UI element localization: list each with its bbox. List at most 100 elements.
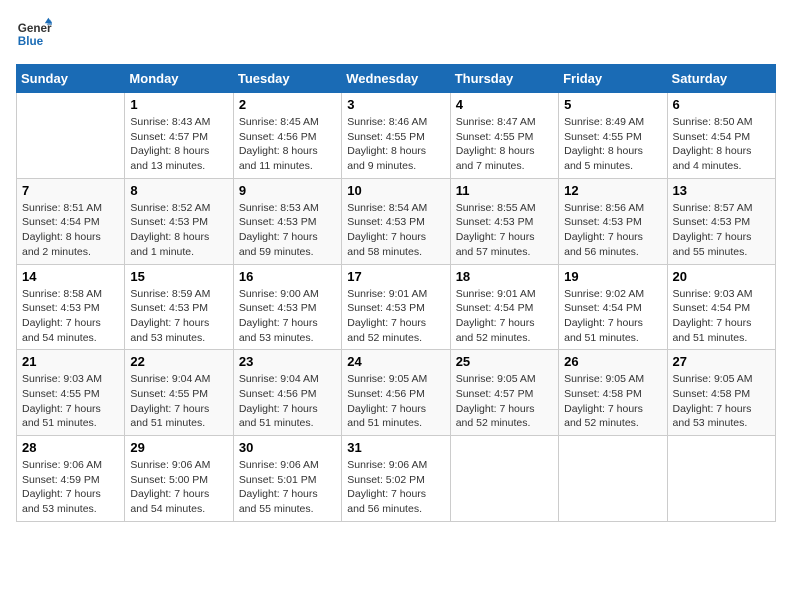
day-info: Sunrise: 9:03 AMSunset: 4:55 PMDaylight:… [22,372,119,431]
day-number: 27 [673,354,770,369]
day-number: 9 [239,183,336,198]
day-number: 19 [564,269,661,284]
day-number: 6 [673,97,770,112]
calendar-cell [450,436,558,522]
calendar-cell: 1Sunrise: 8:43 AMSunset: 4:57 PMDaylight… [125,93,233,179]
day-number: 8 [130,183,227,198]
calendar-cell: 25 Sunrise: 9:05 AMSunset: 4:57 PMDayligh… [450,350,558,436]
day-info: Sunrise: 9:01 AMSunset: 4:53 PMDaylight:… [347,287,444,346]
day-header-monday: Monday [125,65,233,93]
svg-text:Blue: Blue [18,35,44,48]
calendar-cell: 24 Sunrise: 9:05 AMSunset: 4:56 PMDayligh… [342,350,450,436]
day-info: Sunrise: 8:58 AMSunset: 4:53 PMDaylight:… [22,287,119,346]
day-number: 5 [564,97,661,112]
day-header-thursday: Thursday [450,65,558,93]
day-number: 31 [347,440,444,455]
calendar-cell: 23 Sunrise: 9:04 AMSunset: 4:56 PMDayligh… [233,350,341,436]
calendar-cell: 21 Sunrise: 9:03 AMSunset: 4:55 PMDayligh… [17,350,125,436]
day-number: 17 [347,269,444,284]
day-info: Sunrise: 8:52 AMSunset: 4:53 PMDaylight:… [130,201,227,260]
day-header-friday: Friday [559,65,667,93]
calendar-cell: 18 Sunrise: 9:01 AMSunset: 4:54 PMDayligh… [450,264,558,350]
day-info: Sunrise: 9:05 AMSunset: 4:56 PMDaylight:… [347,372,444,431]
day-number: 7 [22,183,119,198]
calendar-cell: 15Sunrise: 8:59 AMSunset: 4:53 PMDayligh… [125,264,233,350]
day-info: Sunrise: 9:02 AMSunset: 4:54 PMDaylight:… [564,287,661,346]
calendar-cell [667,436,775,522]
calendar-cell: 5 Sunrise: 8:49 AMSunset: 4:55 PMDaylight… [559,93,667,179]
calendar-cell: 28Sunrise: 9:06 AMSunset: 4:59 PMDayligh… [17,436,125,522]
day-info: Sunrise: 9:01 AMSunset: 4:54 PMDaylight:… [456,287,553,346]
day-number: 24 [347,354,444,369]
day-info: Sunrise: 9:06 AMSunset: 5:00 PMDaylight:… [130,458,227,517]
calendar-cell: 19 Sunrise: 9:02 AMSunset: 4:54 PMDayligh… [559,264,667,350]
day-number: 28 [22,440,119,455]
calendar-cell: 12 Sunrise: 8:56 AMSunset: 4:53 PMDayligh… [559,178,667,264]
day-info: Sunrise: 9:03 AMSunset: 4:54 PMDaylight:… [673,287,770,346]
day-info: Sunrise: 8:50 AMSunset: 4:54 PMDaylight:… [673,115,770,174]
calendar-cell: 4Sunrise: 8:47 AMSunset: 4:55 PMDaylight… [450,93,558,179]
day-number: 14 [22,269,119,284]
day-info: Sunrise: 8:45 AMSunset: 4:56 PMDaylight:… [239,115,336,174]
calendar-week-2: 7 Sunrise: 8:51 AMSunset: 4:54 PMDaylight… [17,178,776,264]
calendar-cell: 26 Sunrise: 9:05 AMSunset: 4:58 PMDayligh… [559,350,667,436]
logo-icon: General Blue [16,16,52,52]
calendar-cell: 31 Sunrise: 9:06 AMSunset: 5:02 PMDayligh… [342,436,450,522]
day-info: Sunrise: 8:55 AMSunset: 4:53 PMDaylight:… [456,201,553,260]
calendar-cell: 17 Sunrise: 9:01 AMSunset: 4:53 PMDayligh… [342,264,450,350]
day-number: 12 [564,183,661,198]
calendar-cell: 9 Sunrise: 8:53 AMSunset: 4:53 PMDaylight… [233,178,341,264]
calendar-cell [17,93,125,179]
day-info: Sunrise: 9:05 AMSunset: 4:57 PMDaylight:… [456,372,553,431]
day-info: Sunrise: 8:51 AMSunset: 4:54 PMDaylight:… [22,201,119,260]
day-number: 22 [130,354,227,369]
day-info: Sunrise: 8:54 AMSunset: 4:53 PMDaylight:… [347,201,444,260]
day-number: 25 [456,354,553,369]
day-number: 23 [239,354,336,369]
calendar-table: SundayMondayTuesdayWednesdayThursdayFrid… [16,64,776,522]
day-number: 16 [239,269,336,284]
day-number: 13 [673,183,770,198]
calendar-week-5: 28Sunrise: 9:06 AMSunset: 4:59 PMDayligh… [17,436,776,522]
calendar-cell: 20 Sunrise: 9:03 AMSunset: 4:54 PMDayligh… [667,264,775,350]
day-header-tuesday: Tuesday [233,65,341,93]
calendar-cell: 14 Sunrise: 8:58 AMSunset: 4:53 PMDayligh… [17,264,125,350]
day-number: 10 [347,183,444,198]
calendar-cell: 27 Sunrise: 9:05 AMSunset: 4:58 PMDayligh… [667,350,775,436]
day-info: Sunrise: 9:06 AMSunset: 5:02 PMDaylight:… [347,458,444,517]
day-number: 21 [22,354,119,369]
day-info: Sunrise: 9:05 AMSunset: 4:58 PMDaylight:… [673,372,770,431]
day-number: 30 [239,440,336,455]
day-info: Sunrise: 8:56 AMSunset: 4:53 PMDaylight:… [564,201,661,260]
day-number: 20 [673,269,770,284]
day-info: Sunrise: 8:49 AMSunset: 4:55 PMDaylight:… [564,115,661,174]
day-header-sunday: Sunday [17,65,125,93]
calendar-cell: 7 Sunrise: 8:51 AMSunset: 4:54 PMDaylight… [17,178,125,264]
calendar-cell: 13Sunrise: 8:57 AMSunset: 4:53 PMDayligh… [667,178,775,264]
calendar-cell: 10 Sunrise: 8:54 AMSunset: 4:53 PMDayligh… [342,178,450,264]
calendar-cell: 3 Sunrise: 8:46 AMSunset: 4:55 PMDaylight… [342,93,450,179]
calendar-cell: 11Sunrise: 8:55 AMSunset: 4:53 PMDayligh… [450,178,558,264]
calendar-cell: 8 Sunrise: 8:52 AMSunset: 4:53 PMDaylight… [125,178,233,264]
calendar-week-4: 21 Sunrise: 9:03 AMSunset: 4:55 PMDayligh… [17,350,776,436]
day-info: Sunrise: 9:05 AMSunset: 4:58 PMDaylight:… [564,372,661,431]
calendar-cell: 6 Sunrise: 8:50 AMSunset: 4:54 PMDaylight… [667,93,775,179]
day-info: Sunrise: 9:04 AMSunset: 4:56 PMDaylight:… [239,372,336,431]
day-number: 18 [456,269,553,284]
day-info: Sunrise: 8:43 AMSunset: 4:57 PMDaylight:… [130,115,227,174]
calendar-header-row: SundayMondayTuesdayWednesdayThursdayFrid… [17,65,776,93]
day-info: Sunrise: 8:53 AMSunset: 4:53 PMDaylight:… [239,201,336,260]
day-number: 2 [239,97,336,112]
calendar-cell: 30Sunrise: 9:06 AMSunset: 5:01 PMDayligh… [233,436,341,522]
day-number: 3 [347,97,444,112]
calendar-cell: 16Sunrise: 9:00 AMSunset: 4:53 PMDayligh… [233,264,341,350]
day-info: Sunrise: 8:46 AMSunset: 4:55 PMDaylight:… [347,115,444,174]
day-info: Sunrise: 8:47 AMSunset: 4:55 PMDaylight:… [456,115,553,174]
day-number: 15 [130,269,227,284]
calendar-cell [559,436,667,522]
day-info: Sunrise: 9:04 AMSunset: 4:55 PMDaylight:… [130,372,227,431]
calendar-cell: 2 Sunrise: 8:45 AMSunset: 4:56 PMDaylight… [233,93,341,179]
day-number: 26 [564,354,661,369]
logo: General Blue [16,16,52,52]
svg-text:General: General [18,22,52,35]
